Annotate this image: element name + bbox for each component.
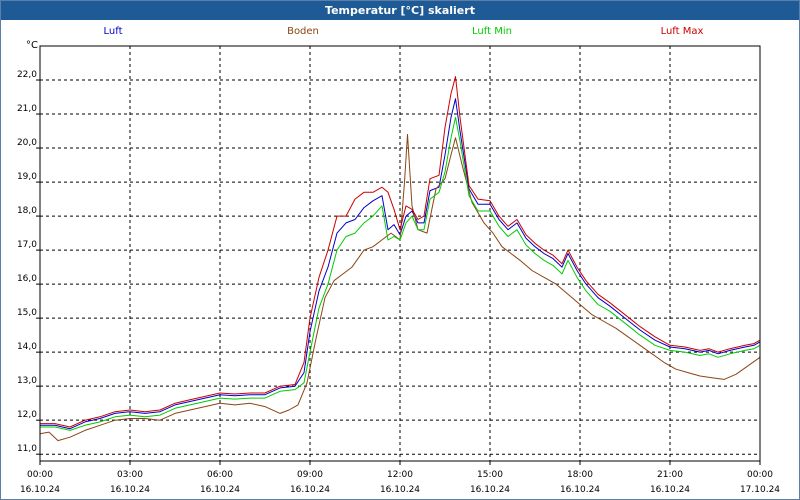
y-tick-label: 11,0 [17,444,37,454]
y-tick-label: 21,0 [17,104,37,114]
legend-entry: Luft Min [472,26,512,37]
y-tick-label: 19,0 [17,172,37,182]
legend-entry: Boden [287,26,319,37]
x-tick-date-label: 16.10.24 [110,485,150,495]
y-tick-label: 16,0 [17,274,37,284]
x-tick-time-label: 12:00 [387,470,413,480]
legend-entry: Luft Max [661,26,704,37]
x-axis-ticks: 00:00 16.10.24 03:00 16.10.24 06:00 16.10.24 0… [20,461,780,495]
chart-legend: Luft Boden Luft Min Luft Max [104,26,704,37]
x-tick-time-label: 00:00 [27,470,53,480]
temperature-chart: Luft Boden Luft Min Luft Max °C 11,0 12,0 13,… [17,26,780,495]
x-tick-date-label: 16.10.24 [20,485,60,495]
x-tick-time-label: 00:00 [747,470,773,480]
x-tick-date-label: 16.10.24 [650,485,690,495]
y-tick-label: 20,0 [17,138,37,148]
x-tick-time-label: 06:00 [207,470,233,480]
x-tick-time-label: 21:00 [657,470,683,480]
y-tick-label: 12,0 [17,410,37,420]
y-tick-label: 22,0 [17,70,37,80]
y-tick-label: 18,0 [17,206,37,216]
x-tick-date-label: 16.10.24 [470,485,510,495]
x-tick-date-label: 16.10.24 [380,485,420,495]
y-tick-label: 14,0 [17,342,37,352]
x-tick-time-label: 03:00 [117,470,143,480]
x-tick-date-label: 17.10.24 [740,485,780,495]
x-tick-time-label: 18:00 [567,470,593,480]
x-tick-time-label: 15:00 [477,470,503,480]
y-tick-label: 15,0 [17,308,37,318]
legend-entry: Luft [104,26,123,37]
y-tick-label: 13,0 [17,376,37,386]
x-tick-time-label: 09:00 [297,470,323,480]
y-axis-ticks: 11,0 12,0 13,0 14,0 15,0 16,0 17,0 18,0 19,0 20,0… [17,70,40,455]
x-tick-date-label: 16.10.24 [200,485,240,495]
x-tick-date-label: 16.10.24 [290,485,330,495]
y-tick-label: 17,0 [17,240,37,250]
x-tick-date-label: 16.10.24 [560,485,600,495]
grid-lines [40,46,760,461]
y-axis-label: °C [26,40,38,51]
